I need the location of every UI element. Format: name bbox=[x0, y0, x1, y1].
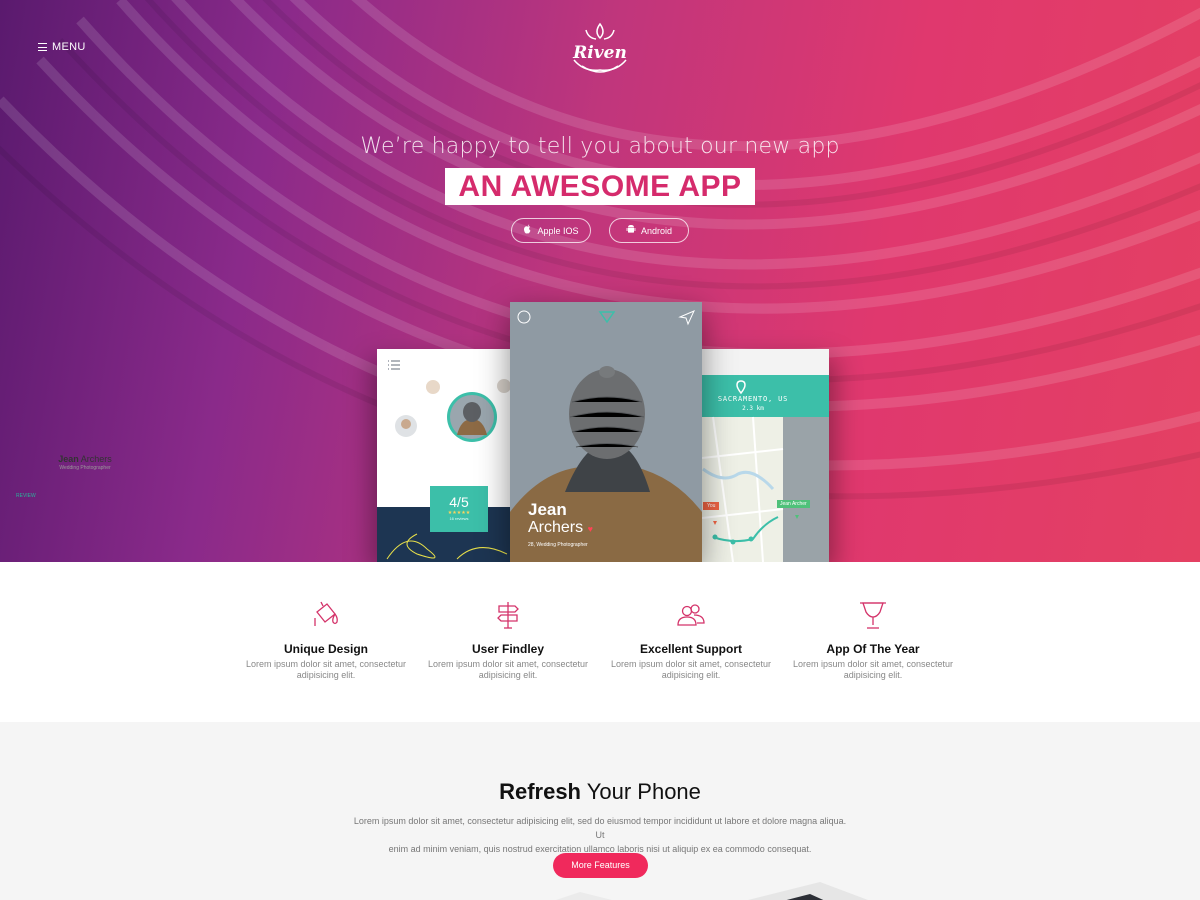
rating-score: 4/5 bbox=[449, 494, 469, 510]
avatar bbox=[426, 380, 440, 394]
users-icon bbox=[677, 604, 705, 626]
rating-card: 4/5 ★★★★★ 16 reviews bbox=[430, 486, 488, 532]
brand-name: Riven bbox=[572, 43, 627, 63]
more-features-button[interactable]: More Features bbox=[553, 853, 648, 878]
photo-last-name: Archers bbox=[528, 519, 584, 536]
hero-tagline: We’re happy to tell you about our new ap… bbox=[360, 134, 840, 159]
phone-profile-screen: 4/5 ★★★★★ 16 reviews bbox=[377, 349, 517, 562]
signpost-icon bbox=[497, 602, 519, 629]
reviews-count: 16 reviews bbox=[449, 516, 469, 521]
avatar bbox=[497, 379, 511, 393]
map-city: SACRAMENTO, US bbox=[717, 395, 789, 403]
feature-title: App Of The Year bbox=[826, 642, 920, 656]
paint-bucket-icon bbox=[314, 601, 338, 626]
feature-desc: Lorem ipsum dolor sit amet, consectetur a… bbox=[610, 659, 772, 680]
features-section: Unique Design Lorem ipsum dolor sit amet… bbox=[0, 562, 1200, 722]
hero-headline: AN AWESOME APP bbox=[445, 168, 755, 205]
section-title-bold: Refresh bbox=[499, 779, 581, 804]
feature-desc: Lorem ipsum dolor sit amet, consectetur a… bbox=[427, 659, 589, 680]
profile-job: Wedding Photographer bbox=[59, 465, 111, 471]
section-body: Lorem ipsum dolor sit amet, consectetur … bbox=[353, 816, 847, 854]
photo-last-name-row: Archers ♥ bbox=[528, 519, 593, 537]
feature-desc: Lorem ipsum dolor sit amet, consectetur a… bbox=[245, 659, 407, 680]
feature-title: Excellent Support bbox=[639, 642, 743, 656]
phone-map-screen: SACRAMENTO, US 2.3 km You Jean Archer bbox=[693, 349, 829, 562]
feature-title: User Findley bbox=[471, 642, 545, 656]
menu-button[interactable]: MENU bbox=[38, 41, 86, 53]
section-title: Refresh Your Phone bbox=[0, 779, 1200, 805]
list-icon bbox=[388, 360, 400, 370]
apple-ios-button[interactable]: Apple IOS bbox=[511, 218, 591, 243]
hero-section: MENU Riven We’re happy to tell you about… bbox=[0, 0, 1200, 562]
profile-last-name: Archers bbox=[78, 454, 112, 464]
phone-photo-screen: Jean Archers ♥ 28, Wedding Photographer bbox=[510, 302, 702, 562]
photo-subtitle: 28, Wedding Photographer bbox=[528, 542, 588, 548]
brand-logo[interactable]: Riven bbox=[564, 20, 636, 78]
refresh-section: Refresh Your Phone Lorem ipsum dolor sit… bbox=[0, 722, 1200, 900]
apple-ios-label: Apple IOS bbox=[537, 225, 579, 236]
hamburger-icon bbox=[38, 43, 47, 51]
map-pin-you: You bbox=[703, 502, 720, 510]
photo-first-name: Jean bbox=[528, 500, 567, 519]
apple-icon bbox=[523, 224, 532, 237]
android-label: Android bbox=[640, 225, 673, 236]
map-distance: 2.3 km bbox=[742, 405, 764, 412]
profile-name: Jean Archers bbox=[40, 454, 130, 464]
heart-icon[interactable]: ♥ bbox=[588, 524, 593, 534]
trophy-icon bbox=[860, 602, 886, 629]
menu-label: MENU bbox=[52, 41, 86, 53]
map-pin-jean: Jean Archer bbox=[777, 500, 810, 508]
section-title-rest: Your Phone bbox=[581, 779, 701, 804]
android-button[interactable]: Android bbox=[609, 218, 689, 243]
review-label: REVIEW bbox=[16, 493, 36, 499]
profile-first-name: Jean bbox=[58, 454, 79, 464]
feature-title: Unique Design bbox=[283, 642, 368, 656]
android-icon bbox=[626, 224, 636, 237]
feature-desc: Lorem ipsum dolor sit amet, consectetur a… bbox=[792, 659, 954, 680]
